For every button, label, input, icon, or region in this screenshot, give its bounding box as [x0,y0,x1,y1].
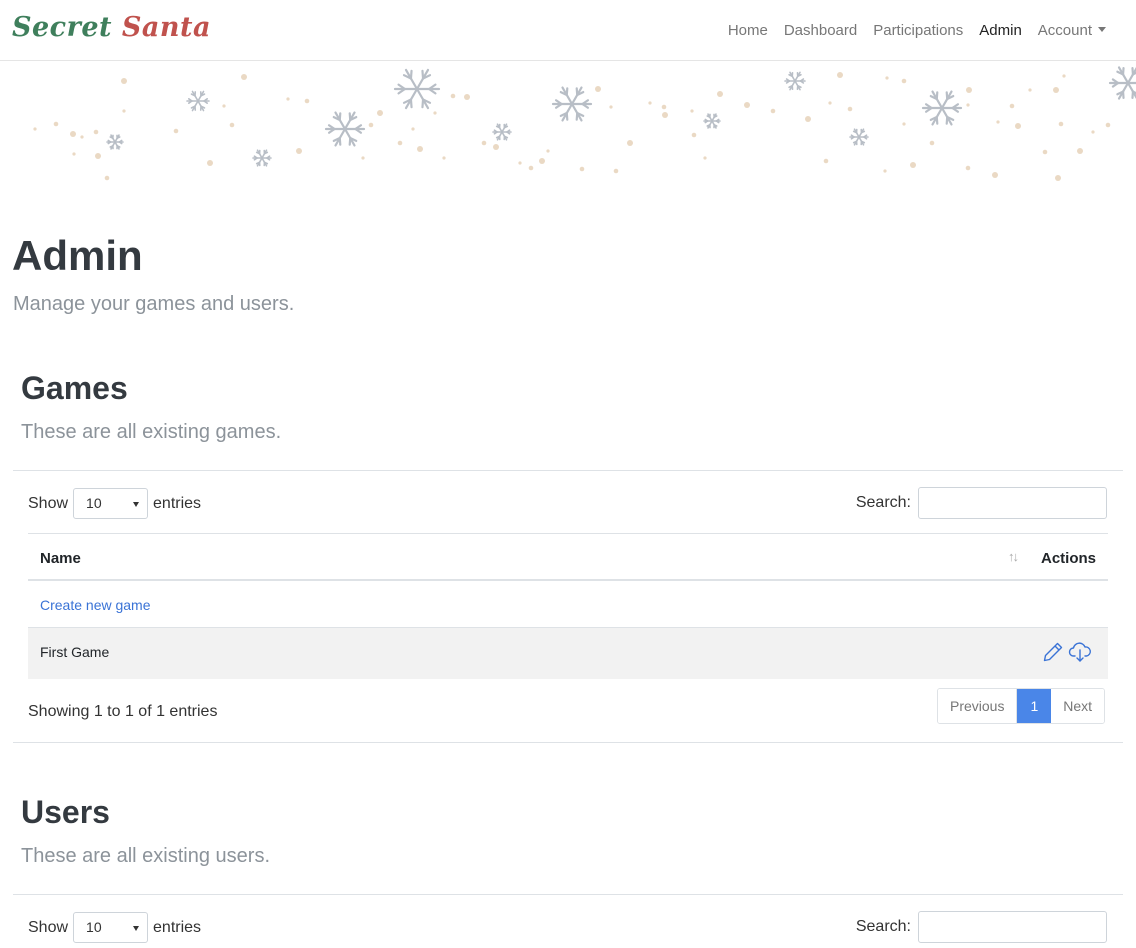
games-table-header: Name ↑↓ Actions [28,533,1108,581]
nav-participations[interactable]: Participations [865,20,971,41]
games-divider [13,470,1123,471]
row-actions [1042,641,1092,663]
pagination-page-1[interactable]: 1 [1017,689,1052,723]
users-length-value: 10 [86,919,102,935]
nav-account-label: Account [1037,22,1092,39]
search-label: Search: [855,494,911,511]
users-search-input[interactable] [918,911,1107,943]
show-label: Show [28,494,69,512]
create-new-game-link[interactable]: Create new game [40,597,151,613]
games-length-select[interactable]: 10 [73,488,149,519]
brand-word-secret: Secret [12,12,112,43]
nav-menu: Home Dashboard Participations Admin Acco… [720,20,1114,41]
page-title: Admin [12,232,143,279]
games-length-value: 10 [86,495,102,511]
navbar: Secret Santa Home Dashboard Participatio… [0,0,1136,61]
games-length-control: Show 10 entries [28,488,201,519]
users-title: Users [21,794,110,830]
games-table: Name ↑↓ Actions Create new game First Ga… [28,533,1108,679]
show-label: Show [28,918,69,936]
cloud-download-icon[interactable] [1068,641,1092,663]
games-pagination: Previous 1 Next [937,688,1106,724]
games-search: Search: [856,487,1107,519]
table-row: Create new game [28,581,1108,628]
nav-admin[interactable]: Admin [971,20,1030,41]
entries-label: entries [153,494,202,512]
games-title: Games [21,370,128,406]
brand-logo[interactable]: Secret Santa [12,12,211,43]
games-table-info: Showing 1 to 1 of 1 entries [28,703,218,720]
caret-down-icon [1098,27,1106,32]
table-row: First Game [28,628,1108,679]
nav-account-dropdown[interactable]: Account [1030,20,1114,41]
snowflake-decoration [33,66,1136,181]
pencil-icon[interactable] [1042,641,1064,663]
users-search: Search: [856,911,1107,943]
users-length-control: Show 10 entries [28,912,201,943]
column-actions: Actions [1040,550,1096,567]
games-subtitle: These are all existing games. [21,421,282,443]
users-divider [13,894,1123,895]
select-arrow-icon [133,926,140,931]
page-subtitle: Manage your games and users. [13,293,295,315]
nav-home[interactable]: Home [720,20,776,41]
pagination-previous[interactable]: Previous [938,689,1018,723]
sort-icon[interactable]: ↑↓ [1008,549,1019,564]
column-name[interactable]: Name [40,550,81,567]
games-bottom-divider [13,742,1123,743]
snow-banner [0,61,1136,191]
select-arrow-icon [133,502,140,507]
users-length-select[interactable]: 10 [73,912,149,943]
users-subtitle: These are all existing users. [21,845,271,867]
nav-dashboard[interactable]: Dashboard [776,20,865,41]
entries-label: entries [153,918,202,936]
game-name: First Game [40,644,110,660]
games-search-input[interactable] [918,487,1107,519]
pagination-next[interactable]: Next [1051,689,1105,723]
brand-word-santa: Santa [121,12,211,43]
search-label: Search: [855,918,911,935]
